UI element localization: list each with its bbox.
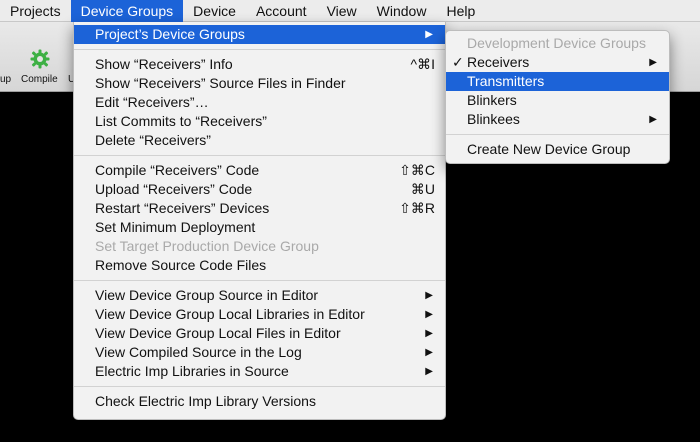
- menu-item-label: Set Minimum Deployment: [95, 219, 256, 235]
- submenu-arrow-icon: ▶: [425, 290, 433, 301]
- menu-item-label: Restart “Receivers” Devices: [95, 200, 270, 216]
- submenu-header-label: Development Device Groups: [467, 35, 646, 51]
- submenu-arrow-icon: ▶: [425, 29, 433, 40]
- menu-item-label: View Device Group Local Files in Editor: [95, 325, 341, 341]
- menu-item-label: Remove Source Code Files: [95, 257, 267, 273]
- menu-item-label: Set Target Production Device Group: [95, 238, 319, 254]
- shortcut-label: ^⌘I: [410, 56, 435, 72]
- menu-item-label: Delete “Receivers”: [95, 132, 211, 148]
- menu-item-label: View Device Group Source in Editor: [95, 287, 319, 303]
- menu-item-view-source-editor[interactable]: View Device Group Source in Editor ▶: [74, 286, 445, 305]
- menu-separator: [74, 49, 445, 50]
- menubar-item-window[interactable]: Window: [367, 0, 437, 22]
- menubar-item-device[interactable]: Device: [183, 0, 246, 22]
- shortcut-label: ⌘U: [410, 181, 435, 197]
- menu-item-label: Upload “Receivers” Code: [95, 181, 253, 197]
- compile-button-label[interactable]: Compile: [21, 74, 58, 85]
- submenu-item-blinkees[interactable]: Blinkees ▶: [446, 110, 669, 129]
- menu-bar: Projects Device Groups Device Account Vi…: [0, 0, 700, 22]
- submenu-header-development: Development Device Groups: [446, 34, 669, 53]
- menu-item-delete[interactable]: Delete “Receivers”: [74, 131, 445, 150]
- submenu-arrow-icon: ▶: [425, 309, 433, 320]
- menu-item-label: Compile “Receivers” Code: [95, 162, 260, 178]
- menu-separator: [446, 134, 669, 135]
- menu-item-electric-imp-libraries[interactable]: Electric Imp Libraries in Source ▶: [74, 362, 445, 381]
- menu-item-remove-source[interactable]: Remove Source Code Files: [74, 256, 445, 275]
- shortcut-label: ⇧⌘R: [399, 200, 435, 216]
- submenu-arrow-icon: ▶: [649, 57, 657, 68]
- menubar-item-projects[interactable]: Projects: [0, 0, 71, 22]
- menubar-item-account[interactable]: Account: [246, 0, 317, 22]
- menu-separator: [74, 386, 445, 387]
- menu-item-label: View Device Group Local Libraries in Edi…: [95, 306, 365, 322]
- menu-item-label: Blinkers: [467, 92, 517, 108]
- menu-item-restart-devices[interactable]: Restart “Receivers” Devices ⇧⌘R: [74, 199, 445, 218]
- menu-item-list-commits[interactable]: List Commits to “Receivers”: [74, 112, 445, 131]
- menu-item-label: Show “Receivers” Info: [95, 56, 233, 72]
- menubar-item-view[interactable]: View: [317, 0, 367, 22]
- menu-item-check-library-versions[interactable]: Check Electric Imp Library Versions: [74, 392, 445, 411]
- menu-item-label: View Compiled Source in the Log: [95, 344, 302, 360]
- menu-separator: [74, 280, 445, 281]
- menu-item-label: List Commits to “Receivers”: [95, 113, 267, 129]
- menu-item-view-local-libraries[interactable]: View Device Group Local Libraries in Edi…: [74, 305, 445, 324]
- submenu-arrow-icon: ▶: [649, 114, 657, 125]
- menu-item-compile-code[interactable]: Compile “Receivers” Code ⇧⌘C: [74, 161, 445, 180]
- menu-item-upload-code[interactable]: Upload “Receivers” Code ⌘U: [74, 180, 445, 199]
- submenu-item-create-new[interactable]: Create New Device Group: [446, 140, 669, 159]
- toolbar-partial-label[interactable]: up: [0, 74, 11, 85]
- menu-item-projects-device-groups[interactable]: Project’s Device Groups ▶: [74, 25, 445, 44]
- menubar-item-device-groups[interactable]: Device Groups: [70, 0, 184, 22]
- checkmark-icon: ✓: [452, 54, 464, 70]
- submenu-arrow-icon: ▶: [425, 366, 433, 377]
- compile-icon[interactable]: [29, 48, 51, 70]
- submenu-arrow-icon: ▶: [425, 328, 433, 339]
- menu-item-view-local-files[interactable]: View Device Group Local Files in Editor …: [74, 324, 445, 343]
- menu-item-label: Electric Imp Libraries in Source: [95, 363, 289, 379]
- menu-separator: [74, 155, 445, 156]
- menu-item-edit[interactable]: Edit “Receivers”…: [74, 93, 445, 112]
- submenu-item-transmitters[interactable]: Transmitters: [446, 72, 669, 91]
- menu-item-view-compiled-source[interactable]: View Compiled Source in the Log ▶: [74, 343, 445, 362]
- menu-item-label: Show “Receivers” Source Files in Finder: [95, 75, 346, 91]
- menubar-item-help[interactable]: Help: [436, 0, 485, 22]
- menu-item-show-info[interactable]: Show “Receivers” Info ^⌘I: [74, 55, 445, 74]
- submenu-item-receivers[interactable]: ✓ Receivers ▶: [446, 53, 669, 72]
- menu-item-set-target-production: Set Target Production Device Group: [74, 237, 445, 256]
- device-groups-menu: Project’s Device Groups ▶ Show “Receiver…: [73, 22, 446, 420]
- menu-item-label: Project’s Device Groups: [95, 26, 245, 42]
- menu-item-label: Check Electric Imp Library Versions: [95, 393, 316, 409]
- projects-device-groups-submenu: Development Device Groups ✓ Receivers ▶ …: [445, 30, 670, 164]
- menu-item-show-source-files[interactable]: Show “Receivers” Source Files in Finder: [74, 74, 445, 93]
- menu-item-label: Blinkees: [467, 111, 520, 127]
- menu-item-set-min-deployment[interactable]: Set Minimum Deployment: [74, 218, 445, 237]
- submenu-item-blinkers[interactable]: Blinkers: [446, 91, 669, 110]
- menu-item-label: Create New Device Group: [467, 141, 631, 157]
- menu-item-label: Edit “Receivers”…: [95, 94, 209, 110]
- menu-item-label: Transmitters: [467, 73, 545, 89]
- submenu-arrow-icon: ▶: [425, 347, 433, 358]
- menu-item-label: Receivers: [467, 54, 530, 70]
- shortcut-label: ⇧⌘C: [399, 162, 435, 178]
